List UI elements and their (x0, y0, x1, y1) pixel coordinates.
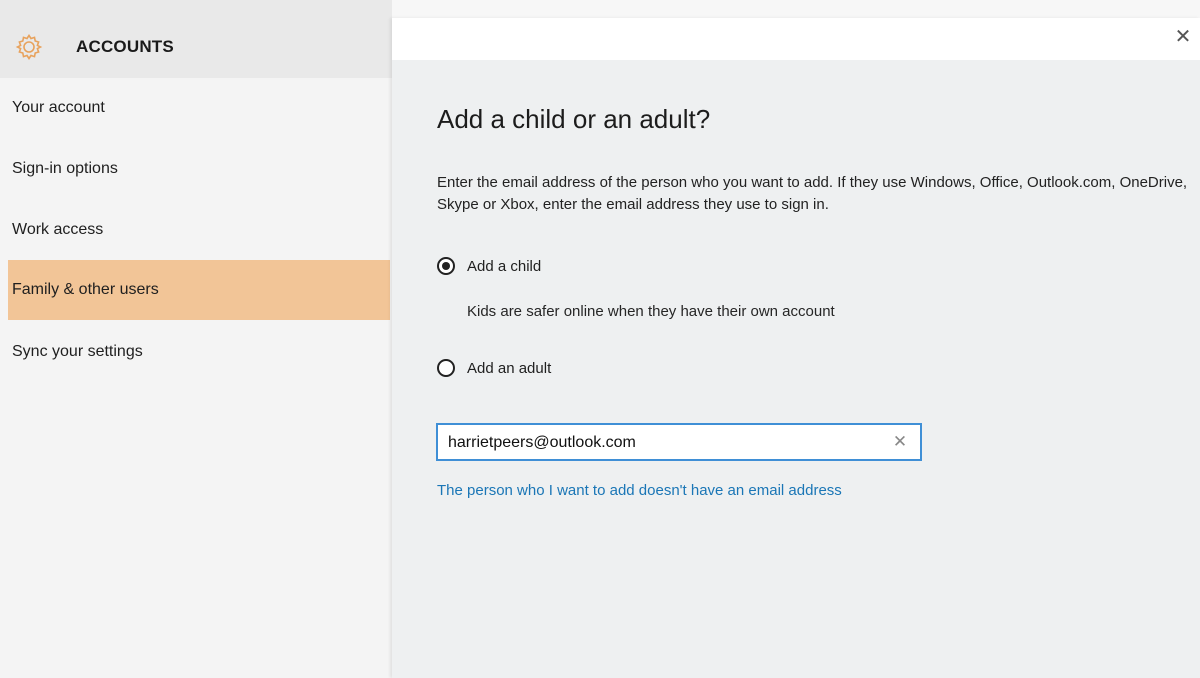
add-child-description: Kids are safer online when they have the… (467, 303, 835, 320)
sidebar-item-label: Family & other users (12, 281, 159, 298)
sidebar-title: ACCOUNTS (76, 37, 174, 56)
sidebar-item-label: Work access (12, 221, 104, 238)
add-child-label: Add a child (467, 257, 542, 275)
sidebar-item-sign-in-options[interactable]: Sign-in options (8, 139, 390, 199)
sidebar-item-work-access[interactable]: Work access (8, 200, 390, 260)
add-child-radio-option[interactable]: Add a child (437, 254, 541, 278)
dialog-instructions: Enter the email address of the person wh… (437, 174, 1188, 213)
clear-icon[interactable]: ✕ (890, 430, 910, 454)
add-child-radio[interactable] (437, 257, 455, 275)
dialog-titlebar: ✕ (392, 18, 1200, 60)
sidebar-item-label: Your account (12, 99, 105, 116)
add-user-dialog: ✕ Add a child or an adult? Enter the ema… (392, 18, 1200, 678)
sidebar-item-label: Sign-in options (12, 160, 118, 177)
no-email-address-link[interactable]: The person who I want to add doesn't hav… (437, 482, 842, 499)
sidebar-header: ACCOUNTS (0, 0, 392, 78)
close-icon[interactable]: ✕ (1172, 26, 1194, 48)
email-field-container: ✕ (436, 423, 922, 461)
add-adult-radio[interactable] (437, 359, 455, 377)
sidebar-item-label: Sync your settings (12, 343, 143, 360)
add-adult-radio-option[interactable]: Add an adult (437, 356, 551, 380)
sidebar-item-your-account[interactable]: Your account (8, 78, 390, 138)
gear-icon (15, 34, 43, 60)
add-adult-label: Add an adult (467, 359, 552, 377)
settings-sidebar: ACCOUNTS Your account Sign-in options Wo… (0, 0, 392, 678)
sidebar-item-family-other-users[interactable]: Family & other users (8, 260, 390, 320)
email-field[interactable] (448, 431, 868, 455)
sidebar-item-sync-settings[interactable]: Sync your settings (8, 322, 390, 382)
dialog-title: Add a child or an adult? (437, 104, 711, 134)
